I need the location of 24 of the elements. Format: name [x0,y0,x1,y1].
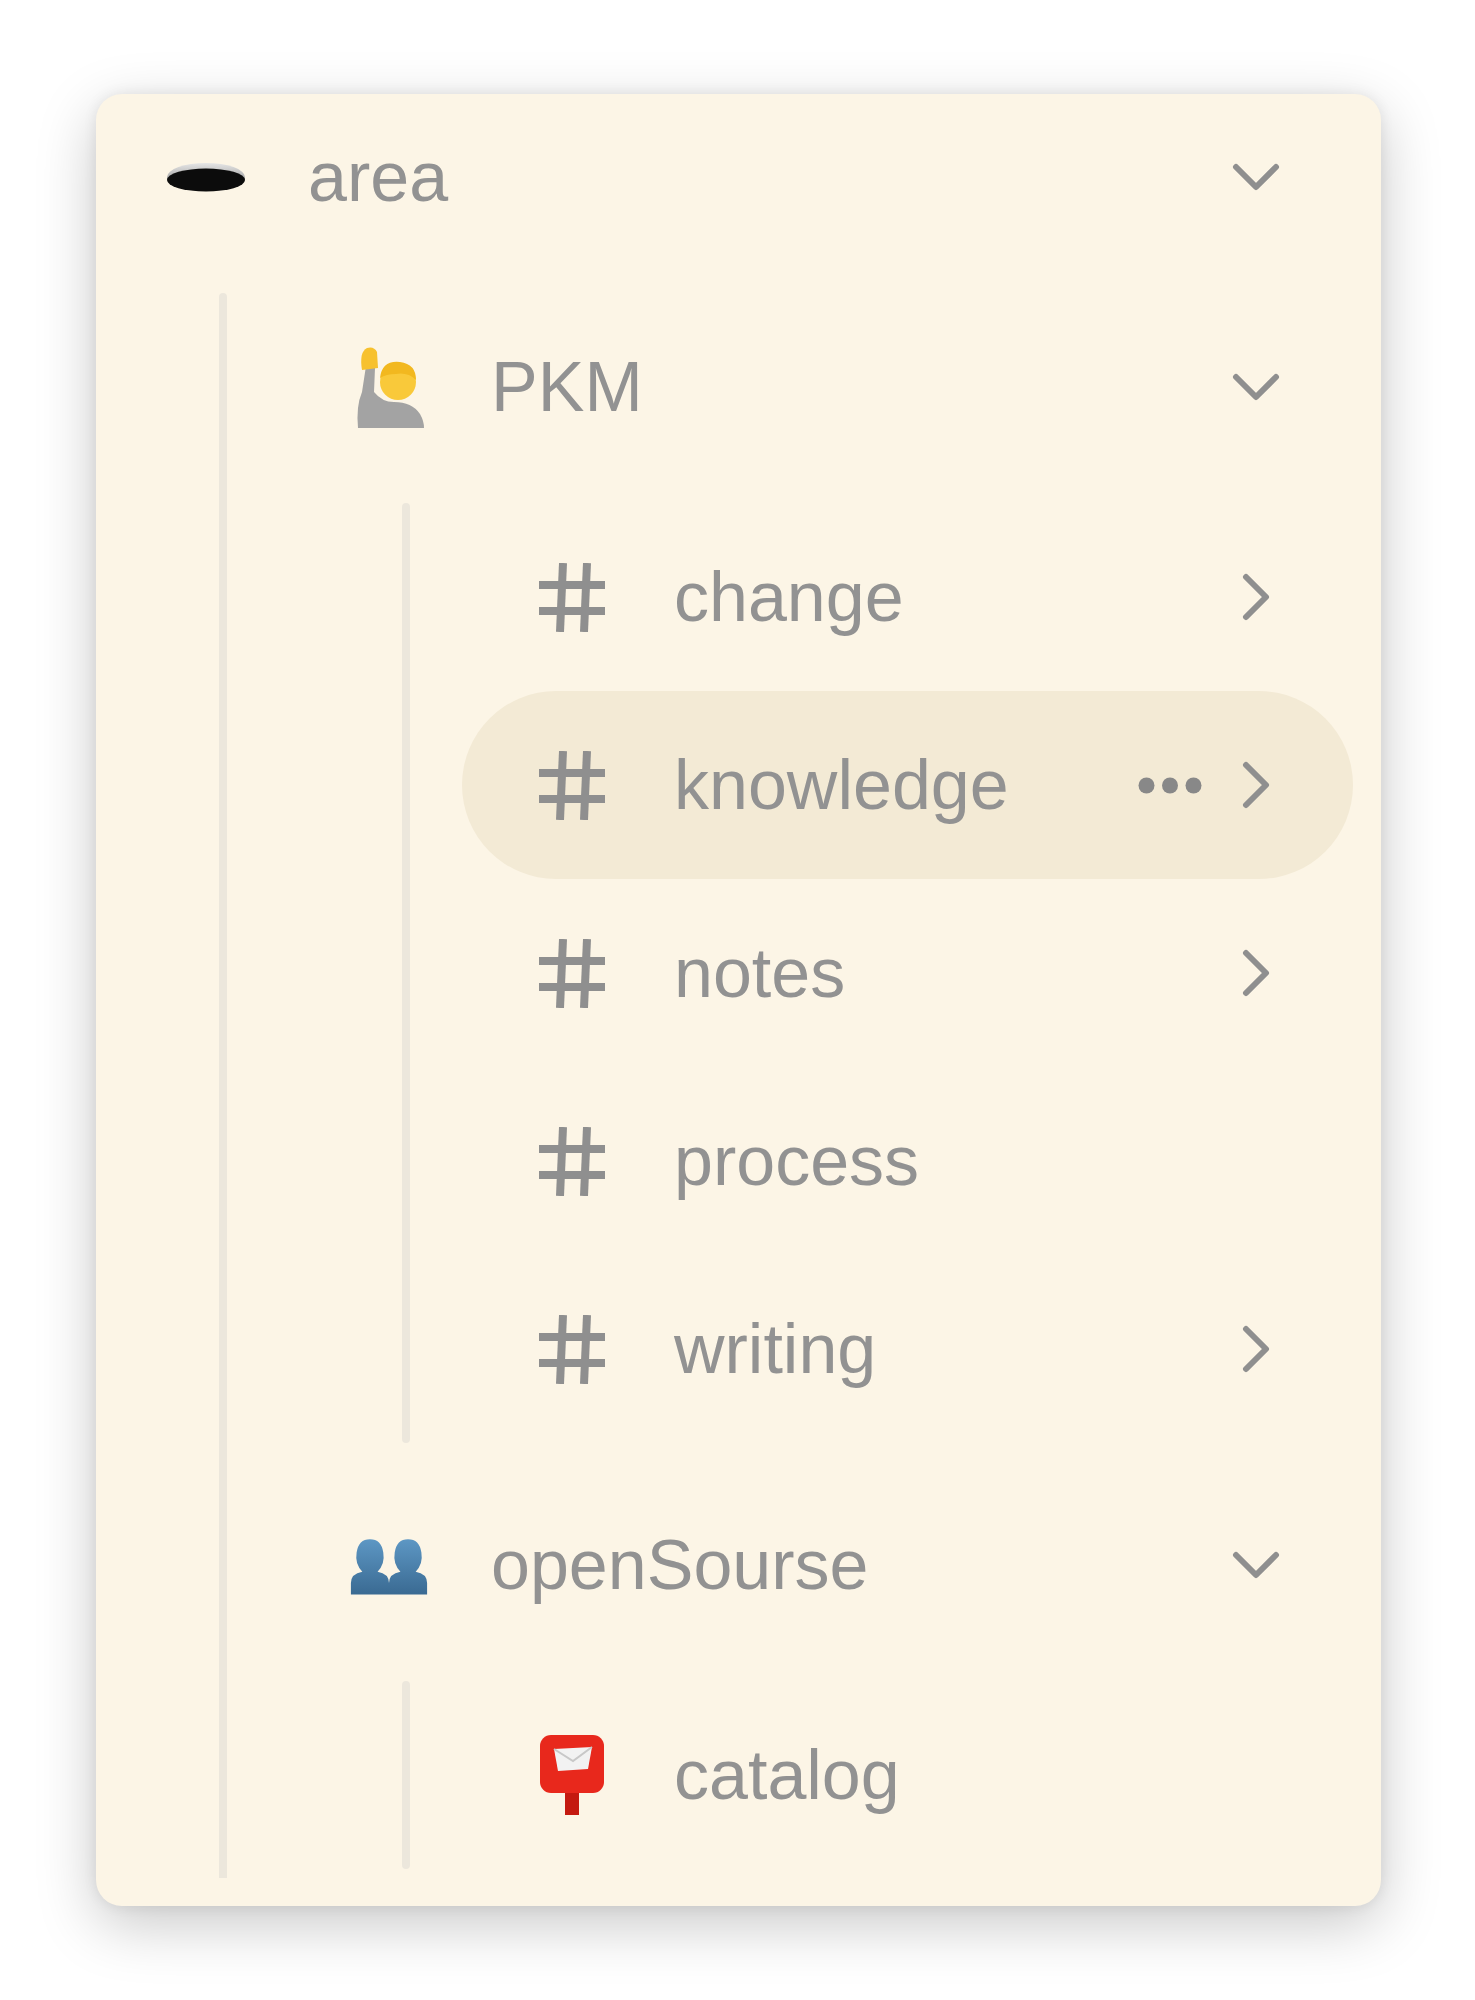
hash-icon [539,1126,605,1196]
hash-icon [539,750,605,820]
tree-item[interactable]: area [96,94,1353,271]
hash-icon [539,562,605,632]
chevron-right-icon[interactable] [1242,949,1270,997]
more-icon[interactable] [1138,776,1202,794]
hash-icon [539,938,605,1008]
chevron-right-icon[interactable] [1242,573,1270,621]
chevron-down-icon[interactable] [1232,1551,1280,1579]
tree-item[interactable]: change [462,503,1353,691]
tree-item[interactable]: process [462,1067,1353,1255]
chevron-right-icon[interactable] [1242,761,1270,809]
hole-icon [166,162,246,192]
tree-item[interactable]: catalog [462,1681,1353,1869]
tree-item[interactable]: openSourse [279,1471,1353,1659]
tree-item[interactable]: knowledge [462,691,1353,879]
hash-icon [539,1314,605,1384]
tree-item[interactable]: PKM [279,293,1353,481]
tree-item[interactable]: notes [462,879,1353,1067]
chevron-down-icon[interactable] [1232,373,1280,401]
postbox-icon [540,1735,604,1815]
tree-item[interactable]: writing [462,1255,1353,1443]
chevron-right-icon[interactable] [1242,1325,1270,1373]
chevron-down-icon[interactable] [1232,163,1280,191]
